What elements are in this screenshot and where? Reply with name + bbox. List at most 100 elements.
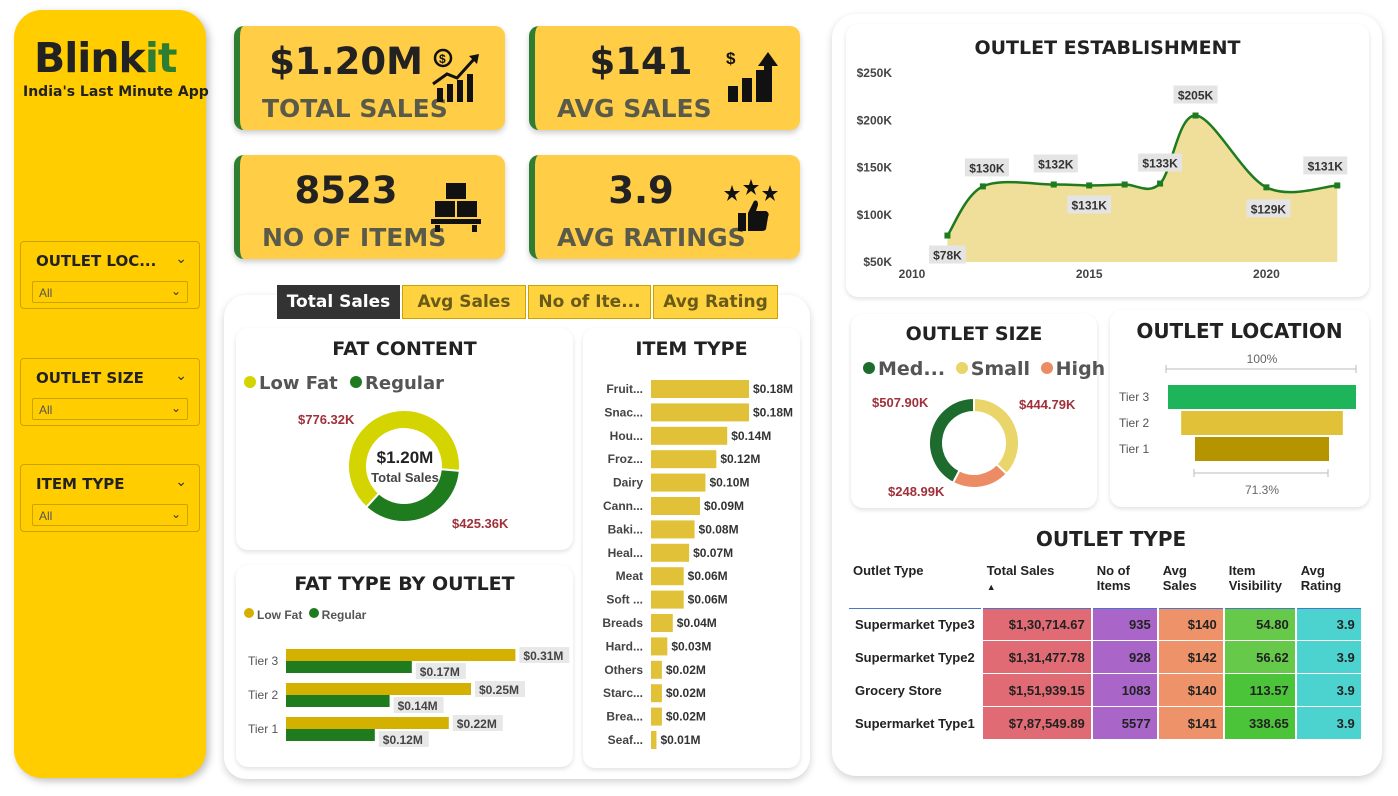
outlet-location-filter[interactable]: OUTLET LOC... ⌄ All ⌄ <box>20 241 200 309</box>
data-label-regular: $425.36K <box>452 516 509 531</box>
outlet-establishment-card: OUTLET ESTABLISHMENT $50K $100K $150K $200K… <box>846 24 1369 297</box>
chevron-down-icon[interactable]: ⌄ <box>171 401 181 415</box>
funnel-bar <box>1168 385 1356 409</box>
table-cell: 113.57 <box>1224 674 1295 707</box>
bar <box>651 731 657 749</box>
bar-regular <box>286 695 390 707</box>
data-label: $78K <box>933 249 962 263</box>
y-tick-label: $250K <box>857 66 893 80</box>
column-header[interactable]: Avg Rating <box>1297 560 1361 608</box>
table-cell: $140 <box>1158 608 1223 641</box>
outlet-establishment-chart: $50K $100K $150K $200K $250K 2010 2015 2020 $78K… <box>857 66 1348 281</box>
funnel-bar <box>1194 437 1330 461</box>
y-tick-label: $50K <box>863 255 892 269</box>
data-label-low-fat: $0.22M <box>457 717 497 731</box>
table-header-row: Outlet Type Total Sales ▲ No of Items Avg… <box>849 560 1361 608</box>
kpi-label: AVG RATINGS <box>557 223 746 252</box>
kpi-label: NO OF ITEMS <box>262 223 447 252</box>
sort-ascending-icon[interactable]: ▲ <box>987 582 996 592</box>
donut-center-value: $1.20M <box>377 448 434 467</box>
table-cell: $140 <box>1158 674 1223 707</box>
category-label: Tier 1 <box>1119 442 1150 456</box>
table-row[interactable]: Grocery Store $1,51,939.15 1083 $140 113.57 3… <box>849 674 1361 707</box>
data-label: $0.02M <box>666 686 706 700</box>
data-label-high: $248.99K <box>888 484 945 499</box>
funnel-bottom-label: 71.3% <box>1245 483 1279 497</box>
table-cell: 928 <box>1092 641 1157 674</box>
category-label: Baki... <box>608 522 643 536</box>
filter-label: OUTLET LOC... <box>36 252 157 270</box>
bar <box>651 473 706 492</box>
table-cell: $1,30,714.67 <box>982 608 1091 641</box>
fat-by-outlet-card: FAT TYPE BY OUTLET Low Fat Regular Tier … <box>236 565 573 767</box>
outlet-size-filter[interactable]: OUTLET SIZE ⌄ All ⌄ <box>20 358 200 426</box>
chevron-down-icon[interactable]: ⌄ <box>171 507 181 521</box>
tab-avg-sales[interactable]: Avg Sales <box>402 285 526 319</box>
table-cell: 5577 <box>1092 707 1157 740</box>
data-label: $131K <box>1072 198 1108 212</box>
bar <box>651 614 673 632</box>
kpi-total-sales: $1.20M TOTAL SALES $ <box>234 26 505 130</box>
bar-low-fat <box>286 717 449 729</box>
tab-avg-rating[interactable]: Avg Rating <box>653 285 778 319</box>
data-label-regular: $0.12M <box>383 733 423 747</box>
data-point <box>944 232 951 239</box>
column-header-sorted[interactable]: Total Sales ▲ <box>983 560 1091 608</box>
outlet-location-select[interactable]: All ⌄ <box>32 281 188 303</box>
filter-label: OUTLET SIZE <box>36 369 144 387</box>
tab-no-of-items[interactable]: No of Ite... <box>528 285 651 319</box>
data-label: $130K <box>969 161 1005 175</box>
kpi-value: $141 <box>589 40 693 83</box>
x-tick-label: 2010 <box>899 267 926 281</box>
data-label-low-fat: $776.32K <box>298 412 355 427</box>
kpi-no-of-items: 8523 NO OF ITEMS <box>234 155 505 259</box>
data-label: $131K <box>1308 159 1344 173</box>
category-label: Tier 2 <box>1119 416 1150 430</box>
sidebar: Blinkit India's Last Minute App OUTLET L… <box>14 10 209 778</box>
data-label: $0.06M <box>688 593 728 607</box>
outlet-type-table: Outlet Type Total Sales ▲ No of Items Avg… <box>847 560 1363 740</box>
data-label-regular: $0.17M <box>420 665 460 679</box>
outlet-size-card: OUTLET SIZE Med... Small High $507.90K $… <box>851 314 1105 508</box>
brand-tagline: India's Last Minute App <box>23 84 209 100</box>
kpi-avg-sales: $141 AVG SALES $ <box>529 26 800 130</box>
item-type-select[interactable]: All ⌄ <box>32 504 188 526</box>
data-label: $0.09M <box>704 499 744 513</box>
tab-total-sales[interactable]: Total Sales <box>277 285 400 319</box>
data-point <box>1334 182 1341 189</box>
chevron-down-icon[interactable]: ⌄ <box>175 473 187 490</box>
table-row[interactable]: Supermarket Type3 $1,30,714.67 935 $140 54.8… <box>849 608 1361 641</box>
column-header[interactable]: Avg Sales <box>1159 560 1223 608</box>
bar <box>651 403 749 422</box>
table-row[interactable]: Supermarket Type2 $1,31,477.78 928 $142 56.6… <box>849 641 1361 674</box>
table-cell: 1083 <box>1092 674 1157 707</box>
data-point <box>1050 181 1057 188</box>
data-label: $0.01M <box>660 733 700 747</box>
bar <box>651 567 684 586</box>
table-cell: $141 <box>1158 707 1223 740</box>
category-label: Meat <box>616 569 643 583</box>
data-point <box>979 183 986 190</box>
column-header[interactable]: Item Visibility <box>1225 560 1295 608</box>
column-header[interactable]: No of Items <box>1093 560 1157 608</box>
chevron-down-icon[interactable]: ⌄ <box>175 250 187 267</box>
table-cell: Supermarket Type3 <box>849 608 981 641</box>
category-label: Fruit... <box>606 382 643 396</box>
category-label: Tier 3 <box>1119 390 1150 404</box>
bar <box>651 520 695 539</box>
outlet-size-select[interactable]: All ⌄ <box>32 398 188 420</box>
chevron-down-icon[interactable]: ⌄ <box>175 367 187 384</box>
chevron-down-icon[interactable]: ⌄ <box>171 284 181 298</box>
filter-label: ITEM TYPE <box>36 475 125 493</box>
bar <box>651 684 662 703</box>
data-label-medium: $507.90K <box>872 395 929 410</box>
category-label: Froz... <box>608 452 643 466</box>
item-type-filter[interactable]: ITEM TYPE ⌄ All ⌄ <box>20 464 200 532</box>
data-label-regular: $0.14M <box>398 699 438 713</box>
table-row[interactable]: Supermarket Type1 $7,87,549.89 5577 $141 338… <box>849 707 1361 740</box>
category-label: Seaf... <box>608 733 643 747</box>
category-label: Brea... <box>606 710 643 724</box>
column-header[interactable]: Outlet Type <box>849 560 981 608</box>
category-label: Dairy <box>613 476 643 490</box>
data-label: $132K <box>1038 158 1074 172</box>
